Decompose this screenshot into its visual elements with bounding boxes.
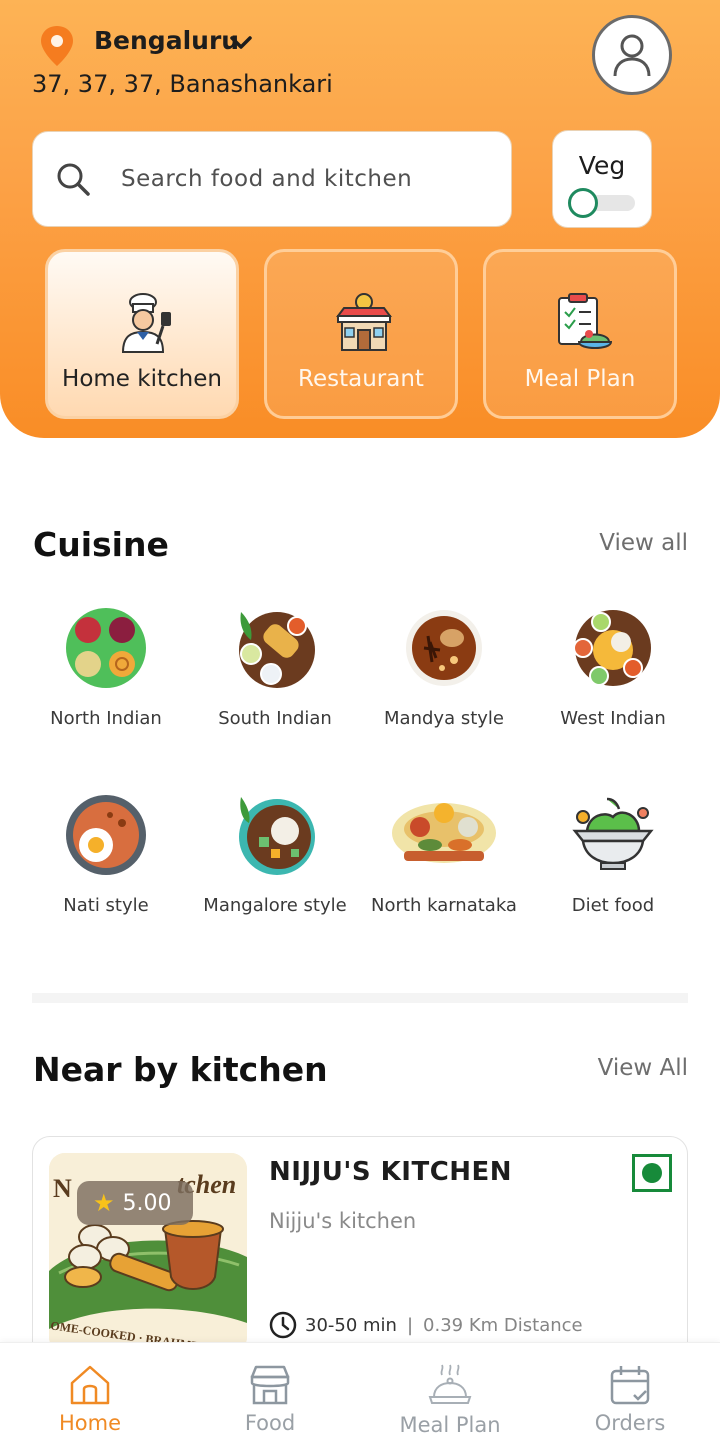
category-label: Home kitchen [62,366,222,392]
mandya-style-plate-icon [402,606,486,690]
nati-style-plate-icon [64,793,148,877]
meta-separator: | [406,1314,414,1336]
search-icon [57,163,90,196]
profile-button[interactable] [592,15,672,95]
cuisine-item-mangalore-style[interactable]: Mangalore style [191,793,359,919]
veg-indicator-icon [632,1154,672,1192]
clock-icon [269,1311,297,1339]
header: Bengaluru 37, 37, 37, Banashankari Veg [0,0,720,438]
meal-plan-icon [558,293,613,349]
cuisine-item-mandya-style[interactable]: Mandya style [360,606,528,732]
category-meal-plan[interactable]: Meal Plan [483,249,677,419]
cuisine-label: Mangalore style [203,895,347,916]
category-label: Meal Plan [524,366,636,392]
kitchen-subtitle: Nijju's kitchen [269,1209,417,1233]
rating-badge: ★ 5.00 [77,1181,193,1225]
cuisine-item-south-indian[interactable]: South Indian [191,606,359,732]
location-pin-icon[interactable] [38,24,76,68]
cuisine-label: West Indian [560,708,666,729]
location-city[interactable]: Bengaluru [94,26,239,55]
home-icon [70,1365,110,1405]
nav-home[interactable]: Home [0,1343,180,1455]
cuisine-item-west-indian[interactable]: West Indian [529,606,697,732]
category-restaurant[interactable]: Restaurant [264,249,458,419]
category-label: Restaurant [298,366,424,392]
chef-icon [121,293,171,353]
kitchen-meta: 30-50 min | 0.39 Km Distance [269,1311,583,1339]
section-divider [32,993,688,1003]
west-indian-plate-icon [571,606,655,690]
calendar-icon [610,1366,650,1405]
restaurant-icon [336,293,392,351]
mangalore-style-plate-icon [233,793,317,877]
cuisine-title: Cuisine [33,525,169,564]
cuisine-label: Mandya style [384,708,504,729]
nav-orders[interactable]: Orders [540,1343,720,1455]
cuisine-label: Nati style [63,895,149,916]
cuisine-label: Diet food [571,895,655,916]
south-indian-plate-icon [233,606,317,690]
cuisine-item-north-karnataka[interactable]: North karnataka [360,793,528,919]
store-icon [250,1365,290,1405]
rating-value: 5.00 [122,1190,172,1216]
user-icon [613,34,651,77]
nav-meal-plan[interactable]: Meal Plan [360,1343,540,1455]
nearby-view-all[interactable]: View All [598,1055,688,1081]
chevron-down-icon[interactable] [228,30,254,56]
nearby-title: Near by kitchen [33,1050,328,1089]
kitchen-image: N tchen OME-COOKED · BRAHMIN-STYLE ★ 5.0… [49,1153,247,1353]
nav-label: Meal Plan [399,1413,501,1437]
kitchen-name[interactable]: NIJJU'S KITCHEN [269,1157,512,1187]
svg-text:N: N [53,1174,72,1203]
bottom-nav: Home Food Meal Plan Orders [0,1342,720,1455]
cloche-icon [428,1364,472,1404]
diet-food-bowl-icon [571,793,655,877]
nav-food[interactable]: Food [180,1343,360,1455]
veg-filter[interactable]: Veg [552,130,652,228]
nav-label: Food [244,1411,296,1435]
cuisine-view-all[interactable]: View all [599,530,688,556]
delivery-time: 30-50 min [305,1314,397,1336]
cuisine-label: South Indian [218,708,332,729]
star-icon: ★ [93,1189,115,1217]
category-home-kitchen[interactable]: Home kitchen [45,249,239,419]
nav-label: Orders [594,1411,666,1435]
nav-label: Home [58,1411,121,1435]
north-karnataka-meal-icon [390,793,498,877]
veg-label: Veg [578,151,626,180]
cuisine-item-nati-style[interactable]: Nati style [22,793,190,919]
veg-toggle-knob[interactable] [568,188,598,218]
cuisine-item-north-indian[interactable]: North Indian [22,606,190,732]
cuisine-label: North Indian [50,708,162,729]
kitchen-distance: 0.39 Km Distance [423,1314,583,1336]
cuisine-label: North karnataka [371,895,517,916]
search-bar[interactable] [32,131,512,227]
north-indian-thali-icon [64,606,148,690]
cuisine-item-diet-food[interactable]: Diet food [529,793,697,919]
kitchen-card[interactable]: N tchen OME-COOKED · BRAHMIN-STYLE ★ 5.0… [32,1136,688,1376]
search-input[interactable] [121,166,481,192]
location-address[interactable]: 37, 37, 37, Banashankari [32,70,333,98]
